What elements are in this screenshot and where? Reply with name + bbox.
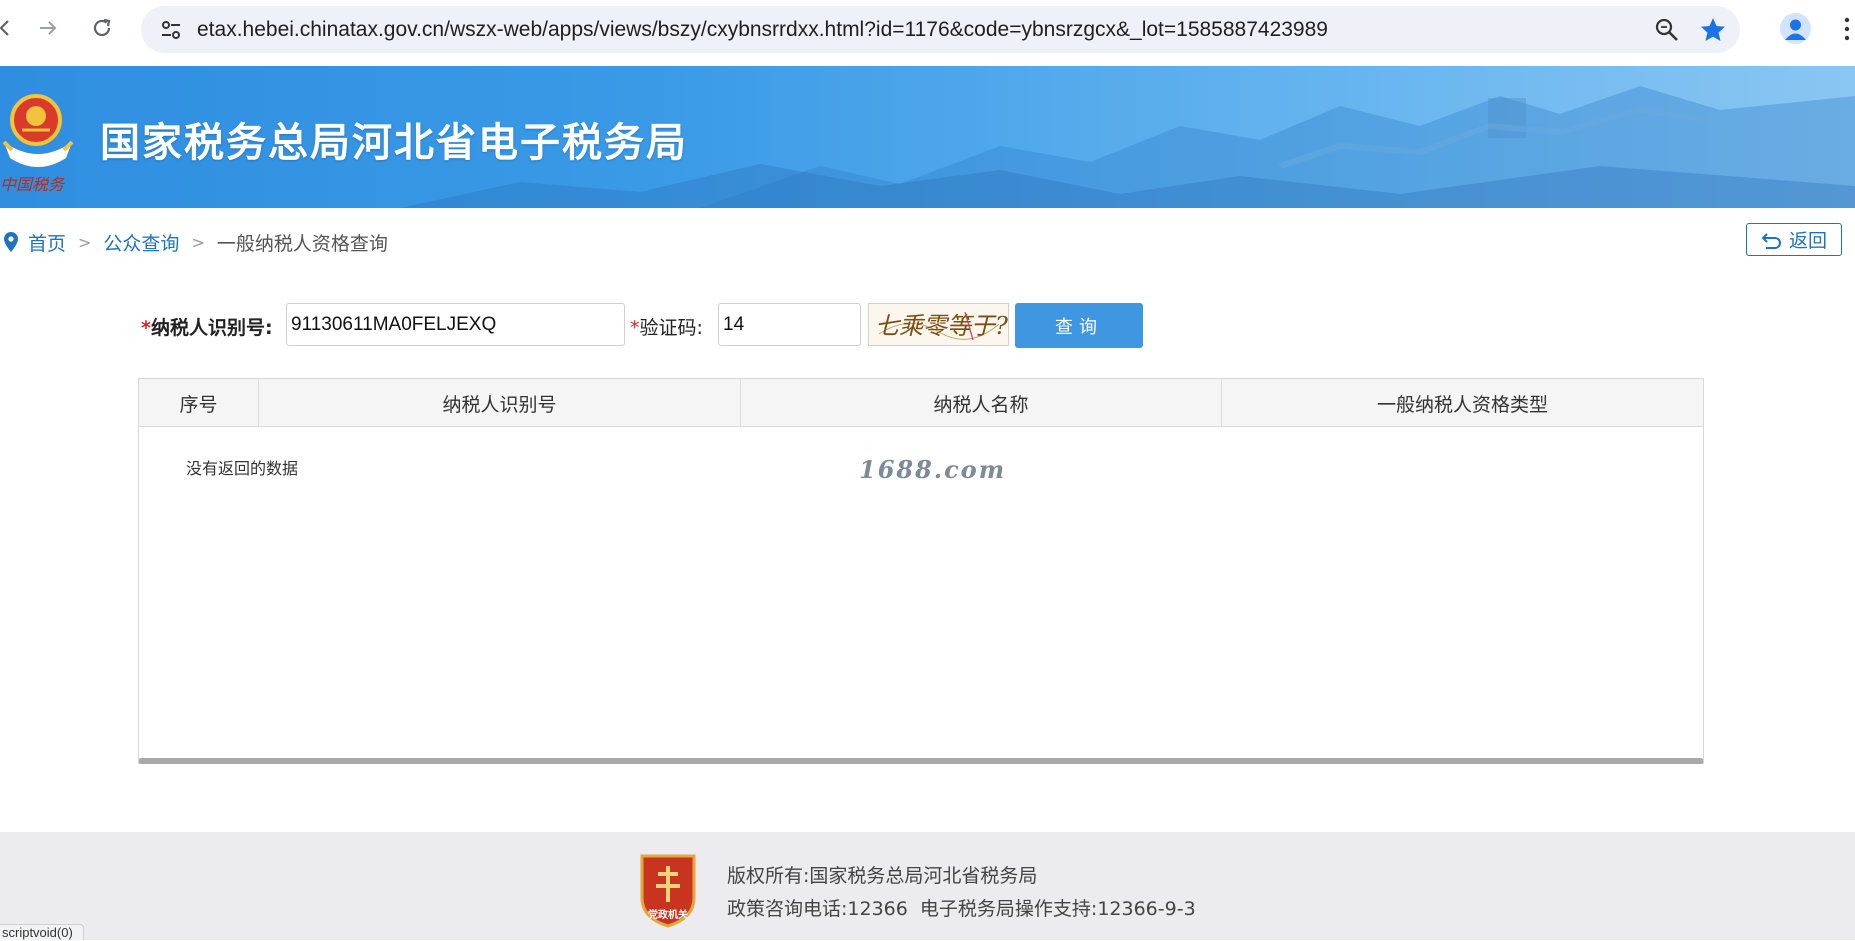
svg-text:党政机关: 党政机关 xyxy=(648,908,688,921)
footer-info: 版权所有:国家税务总局河北省税务局 政策咨询电话:12366 电子税务局操作支持… xyxy=(727,860,1196,926)
back-arrow-icon[interactable] xyxy=(0,13,20,43)
captcha-label: *验证码: xyxy=(630,317,703,339)
bookmark-star-icon[interactable] xyxy=(1699,16,1727,44)
location-pin-icon xyxy=(4,232,18,252)
breadcrumb-separator: > xyxy=(191,232,205,252)
return-button-label: 返回 xyxy=(1788,230,1827,252)
column-header-qualification-type: 一般纳税人资格类型 xyxy=(1376,393,1548,416)
site-title: 国家税务总局河北省电子税务局 xyxy=(100,120,688,166)
breadcrumb-separator: > xyxy=(78,232,92,252)
empty-result-message: 没有返回的数据 xyxy=(186,459,299,478)
column-header-taxpayer-name: 纳税人名称 xyxy=(741,379,1222,427)
page-footer: 党政机关 版权所有:国家税务总局河北省税务局 政策咨询电话:12366 电子税务… xyxy=(0,832,1855,940)
browser-toolbar: etax.hebei.chinatax.gov.cn/wszx-web/apps… xyxy=(0,0,1855,66)
captcha-input[interactable] xyxy=(718,303,861,346)
svg-text:七乘零等于?: 七乘零等于? xyxy=(875,312,1008,340)
breadcrumb: 首页 > 公众查询 > 一般纳税人资格查询 xyxy=(0,228,388,256)
horizontal-scrollbar[interactable] xyxy=(139,758,1703,764)
result-table: 序号 纳税人识别号 纳税人名称 一般纳税人资格类型 没有返回的数据 1688.c… xyxy=(138,378,1704,764)
address-bar[interactable]: etax.hebei.chinatax.gov.cn/wszx-web/apps… xyxy=(141,6,1740,53)
site-banner: 中国税务 国家税务总局河北省电子税务局 xyxy=(0,66,1855,208)
party-government-badge-icon[interactable]: 党政机关 xyxy=(636,852,700,928)
browser-menu-icon[interactable] xyxy=(1840,16,1855,42)
taxpayer-id-label: *纳税人识别号: xyxy=(141,317,273,339)
reload-icon[interactable] xyxy=(87,13,117,43)
footer-copyright: 版权所有:国家税务总局河北省税务局 xyxy=(727,865,1038,887)
footer-contact: 政策咨询电话:12366 电子税务局操作支持:12366-9-3 xyxy=(727,898,1196,920)
return-arrow-icon xyxy=(1761,232,1781,249)
table-header: 序号 纳税人识别号 纳税人名称 一般纳税人资格类型 xyxy=(139,379,1703,427)
captcha-image[interactable]: 七乘零等于? xyxy=(868,303,1009,346)
breadcrumb-public-query-link[interactable]: 公众查询 xyxy=(103,229,179,256)
site-info-icon[interactable] xyxy=(159,18,183,42)
profile-avatar-icon[interactable] xyxy=(1780,13,1811,44)
breadcrumb-home-link[interactable]: 首页 xyxy=(28,229,66,256)
tax-emblem-icon: 中国税务 xyxy=(0,94,74,194)
column-header-index: 序号 xyxy=(139,379,259,427)
query-button[interactable]: 查询 xyxy=(1015,303,1143,348)
forward-arrow-icon[interactable] xyxy=(33,13,63,43)
taxpayer-id-input[interactable] xyxy=(286,303,625,346)
column-header-taxpayer-id: 纳税人识别号 xyxy=(259,379,741,427)
browser-status-bar: scriptvoid(0) xyxy=(0,924,84,940)
url-text[interactable]: etax.hebei.chinatax.gov.cn/wszx-web/apps… xyxy=(197,18,1328,42)
zoom-icon[interactable] xyxy=(1654,17,1680,43)
return-button[interactable]: 返回 xyxy=(1746,223,1842,256)
breadcrumb-current: 一般纳税人资格查询 xyxy=(216,232,388,255)
query-form: *纳税人识别号: *验证码: 七乘零等于? 查询 xyxy=(0,303,1855,348)
svg-text:中国税务: 中国税务 xyxy=(0,175,66,194)
watermark: 1688.com xyxy=(859,455,1007,484)
